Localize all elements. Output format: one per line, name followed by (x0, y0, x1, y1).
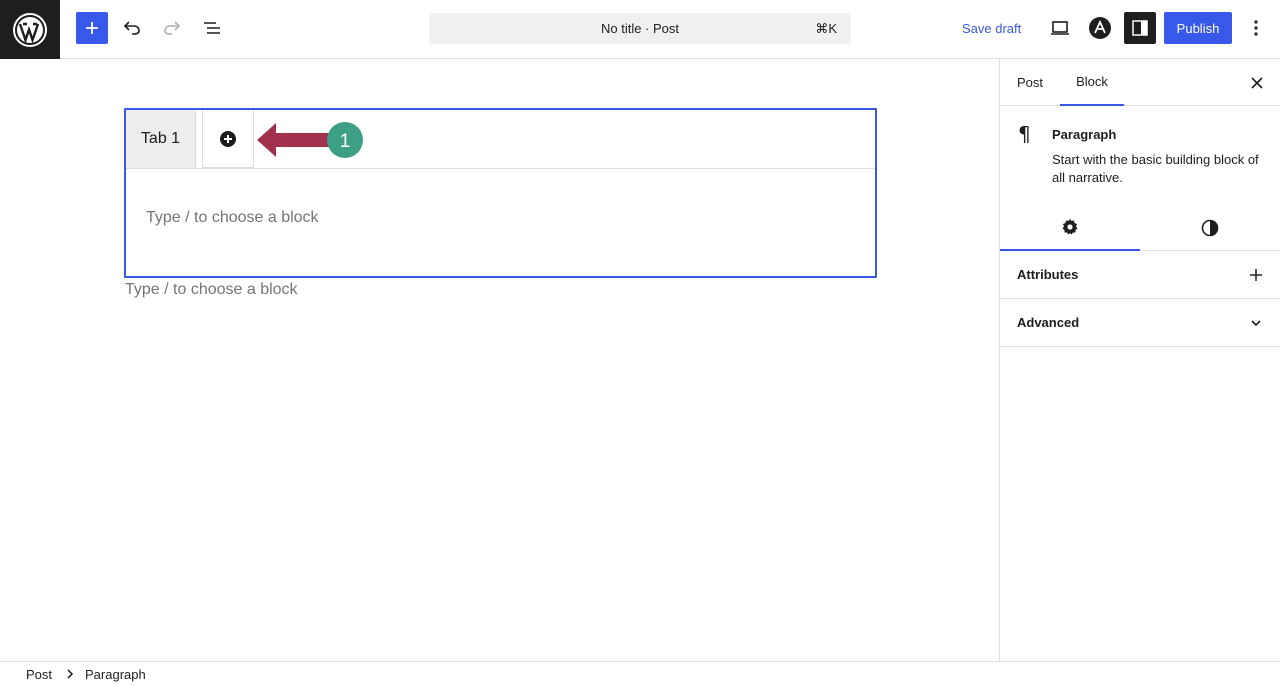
undo-icon (123, 21, 140, 35)
tab-settings[interactable] (1000, 204, 1140, 251)
add-tab-button[interactable] (202, 110, 254, 168)
editor-header: No title · Post ⌘K Save draft Publish (0, 0, 1280, 59)
desktop-preview-icon (1051, 21, 1069, 35)
sidebar-tabs: Post Block (1000, 59, 1280, 106)
close-icon (1251, 77, 1263, 89)
tab-bar: Tab 1 (126, 110, 875, 169)
plus-icon[interactable] (1244, 263, 1268, 287)
astra-settings-button[interactable] (1084, 12, 1116, 44)
tabs-block[interactable]: Tab 1 Type / to choose a block (124, 108, 877, 278)
block-title: Paragraph (1052, 127, 1117, 142)
shortcut-hint: ⌘K (815, 20, 837, 36)
append-block-placeholder[interactable]: Type / to choose a block (125, 281, 298, 299)
settings-sidebar: Post Block ¶ Paragraph Start with the ba… (999, 59, 1280, 661)
inspector-tabs (1000, 204, 1280, 251)
gear-icon (1062, 218, 1078, 234)
undo-button[interactable] (116, 12, 148, 44)
astra-logo-icon (1089, 17, 1111, 39)
settings-sidebar-toggle[interactable] (1124, 12, 1156, 44)
list-view-icon (204, 22, 220, 34)
block-card: ¶ Paragraph Start with the basic buildin… (1000, 106, 1280, 206)
breadcrumb-item-post[interactable]: Post (26, 667, 52, 682)
sidebar-icon (1132, 20, 1148, 36)
close-sidebar-button[interactable] (1245, 71, 1269, 95)
tab-post[interactable]: Post (1017, 59, 1043, 106)
plus-circle-icon (220, 130, 236, 147)
block-placeholder[interactable]: Type / to choose a block (146, 209, 319, 227)
publish-button[interactable]: Publish (1164, 12, 1232, 44)
plus-icon (86, 22, 98, 34)
step-number: 1 (340, 131, 351, 152)
advanced-panel[interactable]: Advanced (1000, 299, 1280, 347)
document-overview-button[interactable] (196, 12, 228, 44)
breadcrumb: Post Paragraph (0, 661, 1280, 686)
options-menu-button[interactable] (1240, 12, 1272, 44)
contrast-icon (1201, 219, 1219, 236)
chevron-down-icon[interactable] (1244, 311, 1268, 335)
chevron-right-icon (67, 669, 74, 679)
save-draft-button[interactable]: Save draft (952, 12, 1031, 44)
preview-button[interactable] (1044, 12, 1076, 44)
more-vertical-icon (1254, 20, 1258, 36)
panel-title: Advanced (1017, 315, 1080, 330)
command-palette-bar[interactable]: No title · Post ⌘K (429, 13, 851, 44)
block-inserter-button[interactable] (76, 12, 108, 44)
wordpress-logo-icon (13, 12, 47, 47)
tab-item[interactable]: Tab 1 (126, 110, 196, 168)
block-description: Start with the basic building block of a… (1052, 152, 1259, 185)
document-title: No title · Post (600, 21, 680, 36)
attributes-panel[interactable]: Attributes (1000, 251, 1280, 299)
annotation-arrow: 1 (257, 122, 363, 158)
editor-canvas: Tab 1 Type / to choose a block Type / to… (0, 59, 999, 661)
panel-title: Attributes (1017, 267, 1079, 282)
redo-button[interactable] (156, 12, 188, 44)
wordpress-logo-button[interactable] (0, 0, 60, 59)
breadcrumb-item-paragraph[interactable]: Paragraph (85, 667, 146, 682)
paragraph-icon: ¶ (1018, 122, 1031, 146)
redo-icon (164, 21, 181, 35)
tab-block[interactable]: Block (1060, 59, 1124, 106)
arrow-left-icon (257, 123, 331, 157)
tab-styles[interactable] (1140, 204, 1280, 251)
